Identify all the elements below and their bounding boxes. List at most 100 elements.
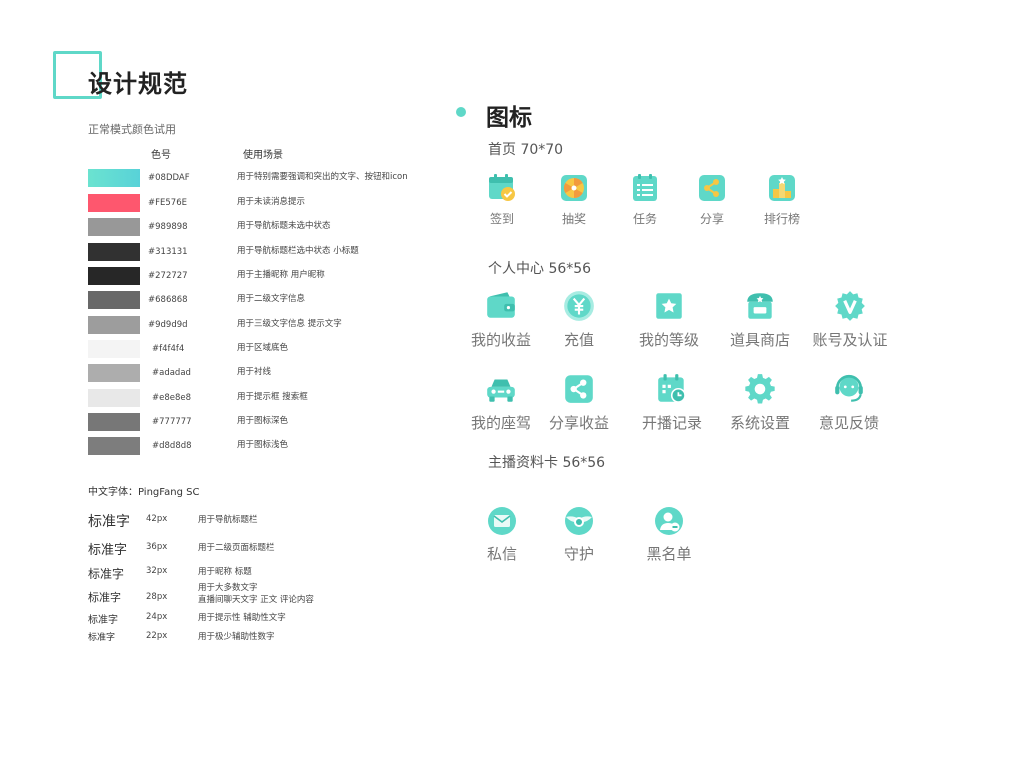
font-size-value: 28px <box>146 592 168 602</box>
podium-icon <box>737 172 827 204</box>
section-bullet-dot <box>456 107 466 117</box>
icon-item-wallet[interactable]: 我的收益 <box>456 289 546 350</box>
icon-item-broadcast-calendar[interactable]: 开播记录 <box>627 372 717 433</box>
color-code: #FE576E <box>148 198 187 208</box>
color-code-header: 色号 <box>151 150 171 161</box>
wallet-icon <box>456 289 546 323</box>
gear-icon <box>715 372 805 406</box>
color-usage: 用于衬线 <box>237 367 272 377</box>
color-swatch <box>88 340 140 358</box>
color-swatch <box>88 169 140 187</box>
color-code: #989898 <box>148 222 188 232</box>
color-code: #777777 <box>152 417 192 427</box>
home-icons-title: 首页 70*70 <box>488 142 564 158</box>
car-icon <box>456 372 546 406</box>
icon-item-gear[interactable]: 系统设置 <box>715 372 805 433</box>
color-swatch-row: #d8d8d8 用于图标浅色 <box>88 437 448 457</box>
guard-wings-icon <box>534 505 624 537</box>
color-swatch <box>88 267 140 285</box>
color-usage-header: 使用场景 <box>243 150 283 161</box>
page-title: 设计规范 <box>88 70 188 98</box>
color-code: #272727 <box>148 271 188 281</box>
share-earnings-icon <box>534 372 624 406</box>
icon-label: 系统设置 <box>729 414 790 432</box>
font-usage: 用于昵称 标题 <box>198 567 252 577</box>
color-usage: 用于图标深色 <box>237 416 289 426</box>
icon-label: 排行榜 <box>763 212 800 226</box>
color-swatch-row: #e8e8e8 用于提示框 搜索框 <box>88 389 448 409</box>
font-usage: 用于提示性 辅助性文字 <box>198 613 286 623</box>
broadcast-calendar-icon <box>627 372 717 406</box>
font-size-value: 24px <box>146 612 168 622</box>
color-usage: 用于区域底色 <box>237 343 289 353</box>
blacklist-user-icon <box>624 505 714 537</box>
icon-label: 我的等级 <box>638 331 699 349</box>
icon-item-car[interactable]: 我的座驾 <box>456 372 546 433</box>
color-swatch <box>88 389 140 407</box>
font-sample: 标准字 <box>88 543 128 558</box>
icon-label: 黑名单 <box>646 545 692 563</box>
icon-label: 账号及认证 <box>812 331 888 349</box>
host-card-icons-title: 主播资料卡 56*56 <box>488 455 606 471</box>
font-size-value: 32px <box>146 566 168 576</box>
icon-item-podium[interactable]: 排行榜 <box>737 172 827 227</box>
icon-item-headset[interactable]: 意见反馈 <box>804 372 894 433</box>
color-swatch-row: #9d9d9d 用于三级文字信息 提示文字 <box>88 316 448 336</box>
font-usage: 用于大多数文字 直播间聊天文字 正文 评论内容 <box>198 583 314 605</box>
font-usage: 用于二级页面标题栏 <box>198 543 275 553</box>
color-swatch <box>88 243 140 261</box>
color-usage: 用于三级文字信息 提示文字 <box>237 319 342 329</box>
icon-item-share-earnings[interactable]: 分享收益 <box>534 372 624 433</box>
icon-item-star-badge[interactable]: 我的等级 <box>624 289 714 350</box>
color-swatch <box>88 218 140 236</box>
icon-item-shop[interactable]: 道具商店 <box>715 289 805 350</box>
color-code: #313131 <box>148 247 188 257</box>
icon-label: 我的收益 <box>470 331 531 349</box>
font-section-title: 中文字体：PingFang SC <box>88 487 200 498</box>
color-usage: 用于提示框 搜索框 <box>237 392 308 402</box>
font-sample: 标准字 <box>88 567 125 581</box>
font-size-value: 42px <box>146 514 168 524</box>
color-usage: 用于图标浅色 <box>237 440 289 450</box>
color-swatch <box>88 194 140 212</box>
font-usage: 用于导航标题栏 <box>198 515 258 525</box>
color-swatch-row: #313131 用于导航标题栏选中状态 小标题 <box>88 243 448 263</box>
color-swatch-row: #f4f4f4 用于区域底色 <box>88 340 448 360</box>
color-usage: 用于导航标题未选中状态 <box>237 221 331 231</box>
color-swatch <box>88 364 140 382</box>
color-code: #e8e8e8 <box>152 393 192 403</box>
color-usage: 用于二级文字信息 <box>237 294 306 304</box>
color-swatch <box>88 413 140 431</box>
font-sample: 标准字 <box>88 514 130 530</box>
star-badge-icon <box>624 289 714 323</box>
color-swatch-row: #777777 用于图标深色 <box>88 413 448 433</box>
font-size-value: 22px <box>146 631 168 641</box>
icon-item-yen-coin[interactable]: 充值 <box>534 289 624 350</box>
color-code: #9d9d9d <box>148 320 188 330</box>
color-swatch-row: #989898 用于导航标题未选中状态 <box>88 218 448 238</box>
icons-section-title: 图标 <box>486 105 532 131</box>
icon-item-guard-wings[interactable]: 守护 <box>534 505 624 564</box>
icon-label: 我的座驾 <box>470 414 531 432</box>
color-usage: 用于主播昵称 用户昵称 <box>237 270 325 280</box>
color-code: #f4f4f4 <box>152 344 185 354</box>
icon-item-verified-v[interactable]: 账号及认证 <box>805 289 895 350</box>
font-size-value: 36px <box>146 542 168 552</box>
icon-item-blacklist-user[interactable]: 黑名单 <box>624 505 714 564</box>
color-usage: 用于特别需要强调和突出的文字、按钮和icon <box>237 172 408 182</box>
font-usage: 用于极少辅助性数字 <box>198 632 275 642</box>
color-usage: 用于未读消息提示 <box>237 197 306 207</box>
color-code: #d8d8d8 <box>152 441 192 451</box>
icon-label: 充值 <box>563 331 594 349</box>
color-swatch-row: #272727 用于主播昵称 用户昵称 <box>88 267 448 287</box>
color-usage: 用于导航标题栏选中状态 小标题 <box>237 246 359 256</box>
font-sample: 标准字 <box>88 615 118 626</box>
color-swatch <box>88 437 140 455</box>
font-sample: 标准字 <box>88 633 116 643</box>
yen-coin-icon <box>534 289 624 323</box>
personal-icons-title: 个人中心 56*56 <box>488 261 592 277</box>
icon-label: 分享收益 <box>548 414 609 432</box>
shop-icon <box>715 289 805 323</box>
color-code: #686868 <box>148 295 188 305</box>
color-swatch-row: #FE576E 用于未读消息提示 <box>88 194 448 214</box>
